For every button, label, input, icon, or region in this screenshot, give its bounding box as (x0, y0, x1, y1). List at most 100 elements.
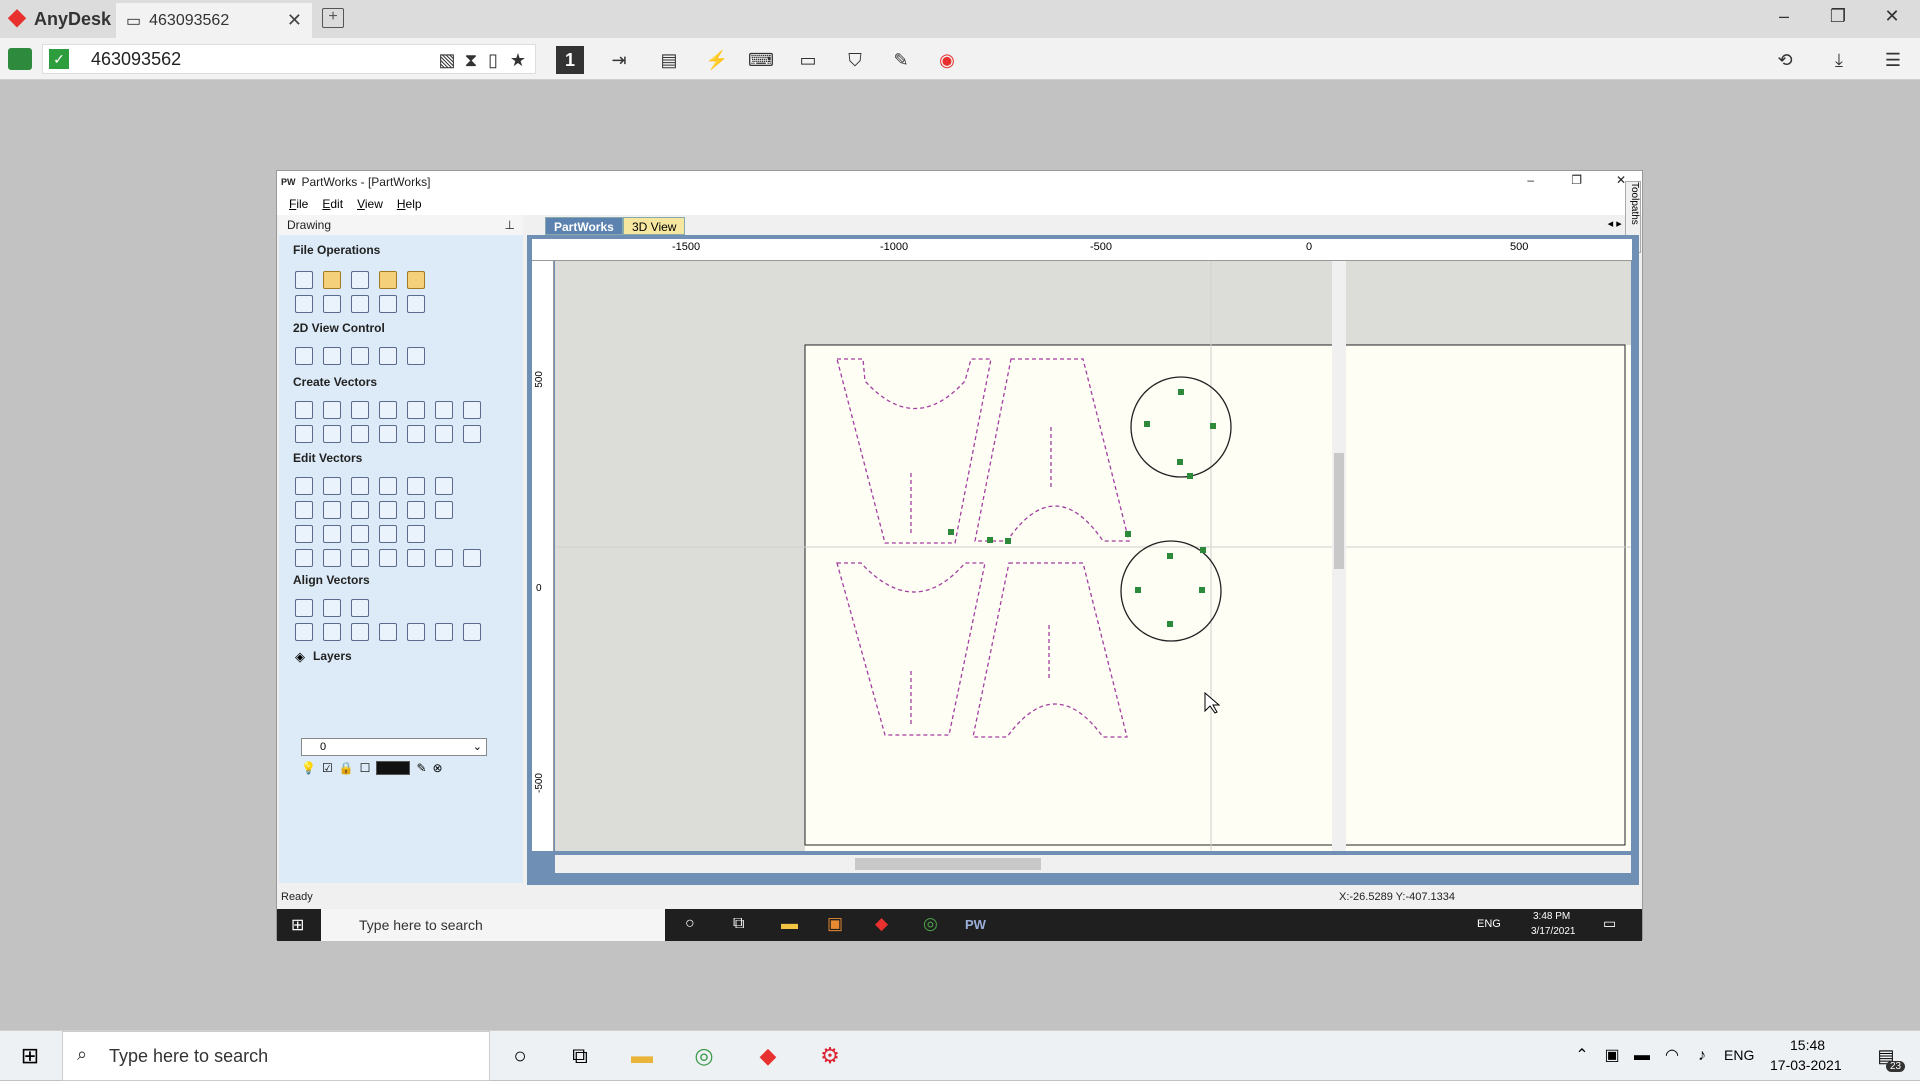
windows-start-icon[interactable]: ⊞ (291, 915, 304, 935)
wifi-icon[interactable]: ◠ (1656, 1041, 1688, 1071)
app-icon[interactable]: ▣ (827, 914, 843, 934)
taskbar-time[interactable]: 15:48 (1790, 1037, 1825, 1053)
new-file-icon[interactable] (295, 271, 313, 289)
join-icon[interactable] (435, 477, 453, 495)
drawing-canvas[interactable] (555, 261, 1631, 851)
align-bottom-icon[interactable] (407, 623, 425, 641)
menu-file[interactable]: File (289, 197, 308, 211)
arc-icon[interactable] (407, 401, 425, 419)
session-tab[interactable]: ▭ 463093562 ✕ (116, 3, 312, 38)
center-in-material-icon[interactable] (295, 623, 313, 641)
select-icon[interactable] (295, 477, 313, 495)
bulb-icon[interactable]: 💡 (301, 761, 316, 775)
permissions-shield-icon[interactable]: ⛉ (840, 46, 870, 74)
zoom-material-icon[interactable] (407, 347, 425, 365)
windows-start-icon[interactable]: ⊞ (14, 1041, 46, 1071)
array-icon[interactable] (435, 425, 453, 443)
interactive-select-icon[interactable] (351, 477, 369, 495)
monitor-1-button[interactable]: 1 (556, 46, 584, 74)
cortana-icon[interactable]: ○ (504, 1041, 536, 1071)
pw-minimize-button[interactable]: – (1527, 173, 1534, 187)
chrome-icon[interactable]: ◎ (923, 914, 938, 934)
file-explorer-icon[interactable]: ▬ (781, 914, 798, 934)
open-file-icon[interactable] (323, 271, 341, 289)
text-box-icon[interactable] (323, 425, 341, 443)
save-icon[interactable] (351, 271, 369, 289)
star-icon[interactable] (463, 401, 481, 419)
keyboard-icon[interactable]: ⌨ (746, 46, 776, 74)
pan-icon[interactable] (295, 347, 313, 365)
chevron-up-icon[interactable]: ⌃ (1566, 1041, 1598, 1071)
file-transfer-icon[interactable]: ⇥ (604, 46, 634, 74)
chrome-icon[interactable]: ◎ (688, 1041, 720, 1071)
text-icon[interactable] (295, 425, 313, 443)
volume-icon[interactable]: ♪ (1686, 1041, 1718, 1071)
nest-icon[interactable] (407, 501, 425, 519)
chat-icon[interactable]: ▤ (654, 46, 684, 74)
visible-checkbox[interactable]: ☑ (322, 761, 333, 775)
actions-lightning-icon[interactable]: ⚡ (702, 46, 732, 74)
move-icon[interactable] (351, 501, 369, 519)
favorite-star-icon[interactable]: ★ (503, 46, 533, 74)
remote-screen[interactable]: PW PartWorks - [PartWorks] – ❐ ✕ File Ed… (276, 170, 1643, 941)
trace-bitmap-icon[interactable] (463, 425, 481, 443)
new-tab-button[interactable]: + (322, 8, 344, 28)
menu-view[interactable]: View (357, 197, 383, 211)
zoom-all-icon[interactable] (351, 347, 369, 365)
rectangle-icon[interactable] (351, 401, 369, 419)
align-top-icon[interactable] (379, 623, 397, 641)
horizontal-scrollbar-thumb[interactable] (855, 858, 1041, 870)
download-icon[interactable]: ⤓ (1824, 46, 1854, 74)
color-picker[interactable] (376, 761, 411, 775)
redo-icon[interactable] (407, 295, 425, 313)
convert-icon[interactable] (463, 549, 481, 567)
pin-icon[interactable]: ⊥ (505, 215, 515, 235)
fillet-icon[interactable] (407, 525, 425, 543)
space-vertical-icon[interactable] (463, 623, 481, 641)
paste-icon[interactable] (351, 295, 369, 313)
ungroup-icon[interactable] (407, 477, 425, 495)
layer-delete-icon[interactable]: ⊗ (433, 761, 443, 775)
remote-search-box[interactable]: Type here to search (321, 909, 665, 941)
close-window-button[interactable]: ✕ (1872, 6, 1912, 27)
align-left-icon[interactable] (323, 623, 341, 641)
horizontal-scrollbar[interactable] (555, 855, 1631, 873)
taskbar-lang[interactable]: ENG (1724, 1047, 1754, 1063)
connection-status-icon[interactable] (8, 48, 32, 70)
cut-icon[interactable] (295, 295, 313, 313)
group-icon[interactable] (379, 477, 397, 495)
lock-icon[interactable]: 🔒 (339, 761, 354, 775)
battery-icon[interactable]: ▬ (1626, 1041, 1658, 1071)
whiteboard-pen-icon[interactable]: ✎ (886, 46, 916, 74)
boundary-icon[interactable] (295, 549, 313, 567)
undo-icon[interactable] (379, 295, 397, 313)
menu-help[interactable]: Help (397, 197, 422, 211)
layer-checkbox[interactable]: ☐ (360, 761, 371, 775)
extend-icon[interactable] (351, 549, 369, 567)
mirror-icon[interactable] (379, 501, 397, 519)
menu-edit[interactable]: Edit (322, 197, 343, 211)
scale-icon[interactable] (323, 501, 341, 519)
text-on-curve-icon[interactable] (351, 425, 369, 443)
circle-icon[interactable] (295, 401, 313, 419)
vector-drawing[interactable] (555, 261, 1631, 851)
ellipse-icon[interactable] (323, 401, 341, 419)
space-horizontal-icon[interactable] (435, 623, 453, 641)
align-horizontal-icon[interactable] (323, 599, 341, 617)
notification-icon[interactable]: ▭ (1603, 915, 1616, 932)
auto-layout-text-icon[interactable] (379, 425, 397, 443)
close-vector-icon[interactable] (323, 549, 341, 567)
record-icon[interactable]: ◉ (932, 46, 962, 74)
tab-icon[interactable] (407, 549, 425, 567)
import-icon[interactable] (379, 271, 397, 289)
align-center-icon[interactable] (295, 599, 313, 617)
tab-partworks[interactable]: PartWorks (545, 217, 623, 235)
task-view-icon[interactable]: ⧉ (564, 1041, 596, 1071)
partworks-taskbar-icon[interactable]: PW (965, 917, 986, 932)
layer-select[interactable]: 0 ⌄ (301, 738, 487, 756)
align-right-icon[interactable] (351, 623, 369, 641)
import-bitmap-icon[interactable] (407, 271, 425, 289)
layer-props-icon[interactable]: ✎ (416, 761, 426, 775)
weld-icon[interactable] (323, 525, 341, 543)
polyline-icon[interactable] (379, 401, 397, 419)
